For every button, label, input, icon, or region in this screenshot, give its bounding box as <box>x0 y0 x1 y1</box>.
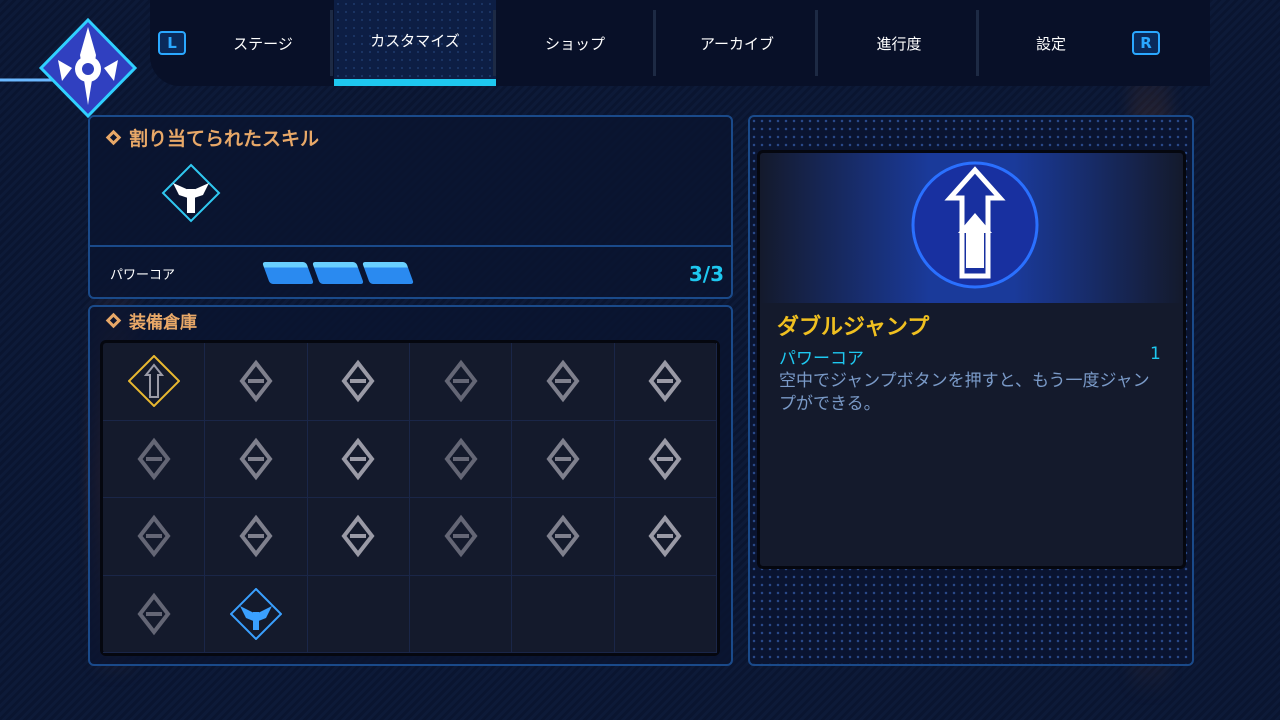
crossed-swords-icon <box>648 359 682 403</box>
divider <box>815 10 818 76</box>
skill-cost-label: パワーコア <box>779 349 864 369</box>
inventory-slot[interactable] <box>205 420 308 498</box>
power-core-pip <box>261 262 315 284</box>
sword-icon <box>137 437 171 481</box>
inventory-slot[interactable] <box>512 420 615 498</box>
top-nav: L ステージ カスタマイズ ショップ アーカイブ 進行度 設定 R <box>150 0 1210 86</box>
inventory-slot[interactable] <box>614 420 717 498</box>
crosshair-icon <box>546 437 580 481</box>
winged-cross-icon <box>444 514 478 558</box>
divider <box>90 245 731 247</box>
power-core-label: パワーコア <box>110 268 176 283</box>
star-x2-icon <box>546 359 580 403</box>
dash-icon <box>239 359 273 403</box>
inventory-slot[interactable] <box>410 420 513 498</box>
double-jump-icon <box>127 355 180 408</box>
skill-description: 空中でジャンプボタンを押すと、もう一度ジャンプができる。 <box>779 371 1150 414</box>
winged-shield-icon[interactable] <box>161 163 221 223</box>
inventory-slot[interactable] <box>205 575 308 653</box>
diamond-icon <box>105 129 122 146</box>
spiked-crosshair-icon <box>648 437 682 481</box>
inventory-slot[interactable] <box>614 343 717 421</box>
air-dash-icon <box>341 437 375 481</box>
skill-cost-value: 1 <box>1150 344 1161 364</box>
inventory-title: 装備倉庫 <box>105 308 197 333</box>
tab-progress[interactable]: 進行度 <box>819 0 979 86</box>
inventory-slot[interactable] <box>103 420 206 498</box>
inventory-grid <box>100 340 720 656</box>
power-core-meter <box>261 262 416 284</box>
fast-speed-icon <box>239 514 273 558</box>
star-diamond-icon <box>341 359 375 403</box>
power-core-pip <box>361 262 415 284</box>
inventory-slot[interactable] <box>410 343 513 421</box>
power-core-count: 3/3 <box>688 262 724 286</box>
empty-slot[interactable] <box>614 575 717 653</box>
inventory-slot[interactable] <box>614 498 717 576</box>
inventory-slot[interactable] <box>205 343 308 421</box>
inventory-slot[interactable] <box>103 498 206 576</box>
tab-shop[interactable]: ショップ <box>495 0 655 86</box>
empty-slot[interactable] <box>512 575 615 653</box>
triple-crescent-icon <box>648 514 682 558</box>
inventory-slot[interactable] <box>307 498 410 576</box>
tab-archive[interactable]: アーカイブ <box>657 0 817 86</box>
figure-icon <box>137 592 171 636</box>
divider <box>653 10 656 76</box>
inventory-slot[interactable] <box>512 498 615 576</box>
skill-name: ダブルジャンプ <box>777 315 930 340</box>
inventory-slot[interactable] <box>307 343 410 421</box>
lightning-slash-icon <box>239 437 273 481</box>
title-text: 割り当てられたスキル <box>129 128 320 150</box>
inventory-slot[interactable] <box>307 420 410 498</box>
inventory-slot[interactable] <box>205 498 308 576</box>
double-jump-icon <box>911 161 1039 289</box>
inventory-slot[interactable] <box>512 343 615 421</box>
assigned-skills-title: 割り当てられたスキル <box>105 124 320 151</box>
game-logo-icon <box>0 17 138 119</box>
inventory-slot[interactable] <box>103 575 206 653</box>
winged-shield-icon <box>229 587 282 640</box>
crescent-slash-icon <box>546 514 580 558</box>
speed-icon <box>137 514 171 558</box>
title-text: 装備倉庫 <box>129 313 197 333</box>
warrior-icon <box>444 359 478 403</box>
diamond-icon <box>105 312 122 329</box>
cross-icon <box>341 514 375 558</box>
slash-x2-icon <box>444 437 478 481</box>
power-core-pip <box>311 262 365 284</box>
tab-settings[interactable]: 設定 <box>971 0 1131 86</box>
empty-slot[interactable] <box>410 575 513 653</box>
divider <box>330 10 333 76</box>
r-button[interactable]: R <box>1132 31 1160 55</box>
tab-customize[interactable]: カスタマイズ <box>334 0 496 86</box>
tab-stage[interactable]: ステージ <box>183 0 343 86</box>
inventory-slot[interactable] <box>410 498 513 576</box>
empty-slot[interactable] <box>307 575 410 653</box>
inventory-slot[interactable] <box>103 343 206 421</box>
